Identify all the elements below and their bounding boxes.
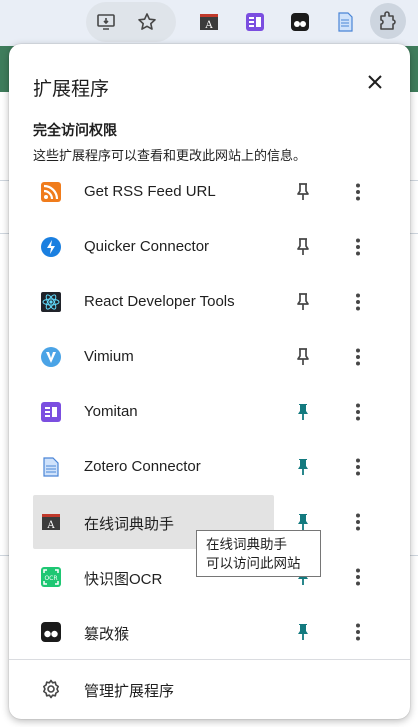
section-description: 这些扩展程序可以查看和更改此网站上的信息。 — [33, 148, 307, 163]
yomitan-icon — [40, 401, 62, 423]
extension-name: 篡改猴 — [84, 626, 130, 643]
dictionary-icon: A — [40, 511, 62, 533]
vertical-dots-icon — [356, 348, 360, 366]
vertical-dots-icon — [356, 238, 360, 256]
more-options-button[interactable] — [346, 235, 370, 259]
pin-outline-icon — [297, 238, 309, 255]
panel-title: 扩展程序 — [33, 79, 110, 100]
zotero-page-icon — [40, 456, 62, 478]
extensions-puzzle-icon[interactable] — [376, 10, 400, 34]
extension-row[interactable]: Quicker Connector — [33, 220, 394, 274]
extension-name: 快识图OCR — [84, 571, 163, 588]
ocr-icon: OCR — [40, 566, 62, 588]
bookmark-star-icon[interactable] — [135, 10, 159, 34]
more-options-button[interactable] — [346, 510, 370, 534]
rss-feed-icon — [40, 181, 62, 203]
gear-icon — [40, 678, 62, 700]
lightning-bolt-icon — [40, 236, 62, 258]
zotero-toolbar-icon[interactable] — [333, 10, 357, 34]
extension-name: Zotero Connector — [84, 458, 201, 475]
vertical-dots-icon — [356, 623, 360, 641]
vertical-dots-icon — [356, 568, 360, 586]
extension-name: Yomitan — [84, 403, 138, 420]
extension-name: Quicker Connector — [84, 238, 210, 255]
footer-divider — [9, 659, 410, 660]
pin-button[interactable] — [291, 620, 315, 644]
pin-outline-icon — [297, 293, 309, 310]
vertical-dots-icon — [356, 293, 360, 311]
browser-toolbar: A — [0, 0, 418, 46]
more-options-button[interactable] — [346, 455, 370, 479]
extension-row[interactable]: Get RSS Feed URL — [33, 165, 394, 219]
pin-filled-icon — [298, 514, 308, 530]
extension-row[interactable]: Vimium — [33, 330, 394, 384]
pin-outline-icon — [297, 348, 309, 365]
svg-text:A: A — [46, 520, 55, 531]
pin-button[interactable] — [291, 345, 315, 369]
more-options-button[interactable] — [346, 180, 370, 204]
extension-row[interactable]: Yomitan — [33, 385, 394, 439]
close-icon — [368, 75, 382, 89]
dictionary-toolbar-icon[interactable]: A — [197, 10, 221, 34]
manage-extensions-label: 管理扩展程序 — [84, 683, 175, 700]
pin-filled-icon — [298, 404, 308, 420]
vertical-dots-icon — [356, 513, 360, 531]
section-heading: 完全访问权限 — [33, 122, 117, 138]
yomitan-toolbar-icon[interactable] — [243, 10, 267, 34]
manage-extensions-button[interactable]: 管理扩展程序 — [33, 672, 394, 706]
extension-tooltip: 在线词典助手 可以访问此网站 — [196, 530, 321, 577]
pin-filled-icon — [298, 624, 308, 640]
extension-name: 在线词典助手 — [84, 516, 175, 533]
extension-name: Vimium — [84, 348, 134, 365]
vertical-dots-icon — [356, 458, 360, 476]
svg-text:A: A — [204, 20, 213, 31]
more-options-button[interactable] — [346, 345, 370, 369]
vertical-dots-icon — [356, 403, 360, 421]
install-app-icon[interactable] — [94, 10, 118, 34]
vimium-v-icon — [40, 346, 62, 368]
svg-text:OCR: OCR — [44, 575, 57, 582]
extension-row[interactable]: 篡改猴 — [33, 605, 394, 659]
pin-button[interactable] — [291, 180, 315, 204]
extensions-menu: 扩展程序 完全访问权限 这些扩展程序可以查看和更改此网站上的信息。 Get RS… — [9, 44, 410, 719]
pin-filled-icon — [298, 459, 308, 475]
tooltip-line-2: 可以访问此网站 — [206, 556, 301, 571]
extension-row[interactable]: React Developer Tools — [33, 275, 394, 329]
pin-button[interactable] — [291, 235, 315, 259]
extension-row[interactable]: Zotero Connector — [33, 440, 394, 494]
pin-button[interactable] — [291, 400, 315, 424]
pin-button[interactable] — [291, 290, 315, 314]
more-options-button[interactable] — [346, 565, 370, 589]
tampermonkey-toolbar-icon[interactable] — [288, 10, 312, 34]
pin-outline-icon — [297, 183, 309, 200]
more-options-button[interactable] — [346, 620, 370, 644]
more-options-button[interactable] — [346, 400, 370, 424]
pin-button[interactable] — [291, 455, 315, 479]
tampermonkey-icon — [40, 621, 62, 643]
extension-name: Get RSS Feed URL — [84, 183, 216, 200]
extension-name: React Developer Tools — [84, 293, 235, 310]
more-options-button[interactable] — [346, 290, 370, 314]
react-atom-icon — [40, 291, 62, 313]
vertical-dots-icon — [356, 183, 360, 201]
close-button[interactable] — [363, 70, 387, 94]
tooltip-line-1: 在线词典助手 — [206, 537, 287, 552]
